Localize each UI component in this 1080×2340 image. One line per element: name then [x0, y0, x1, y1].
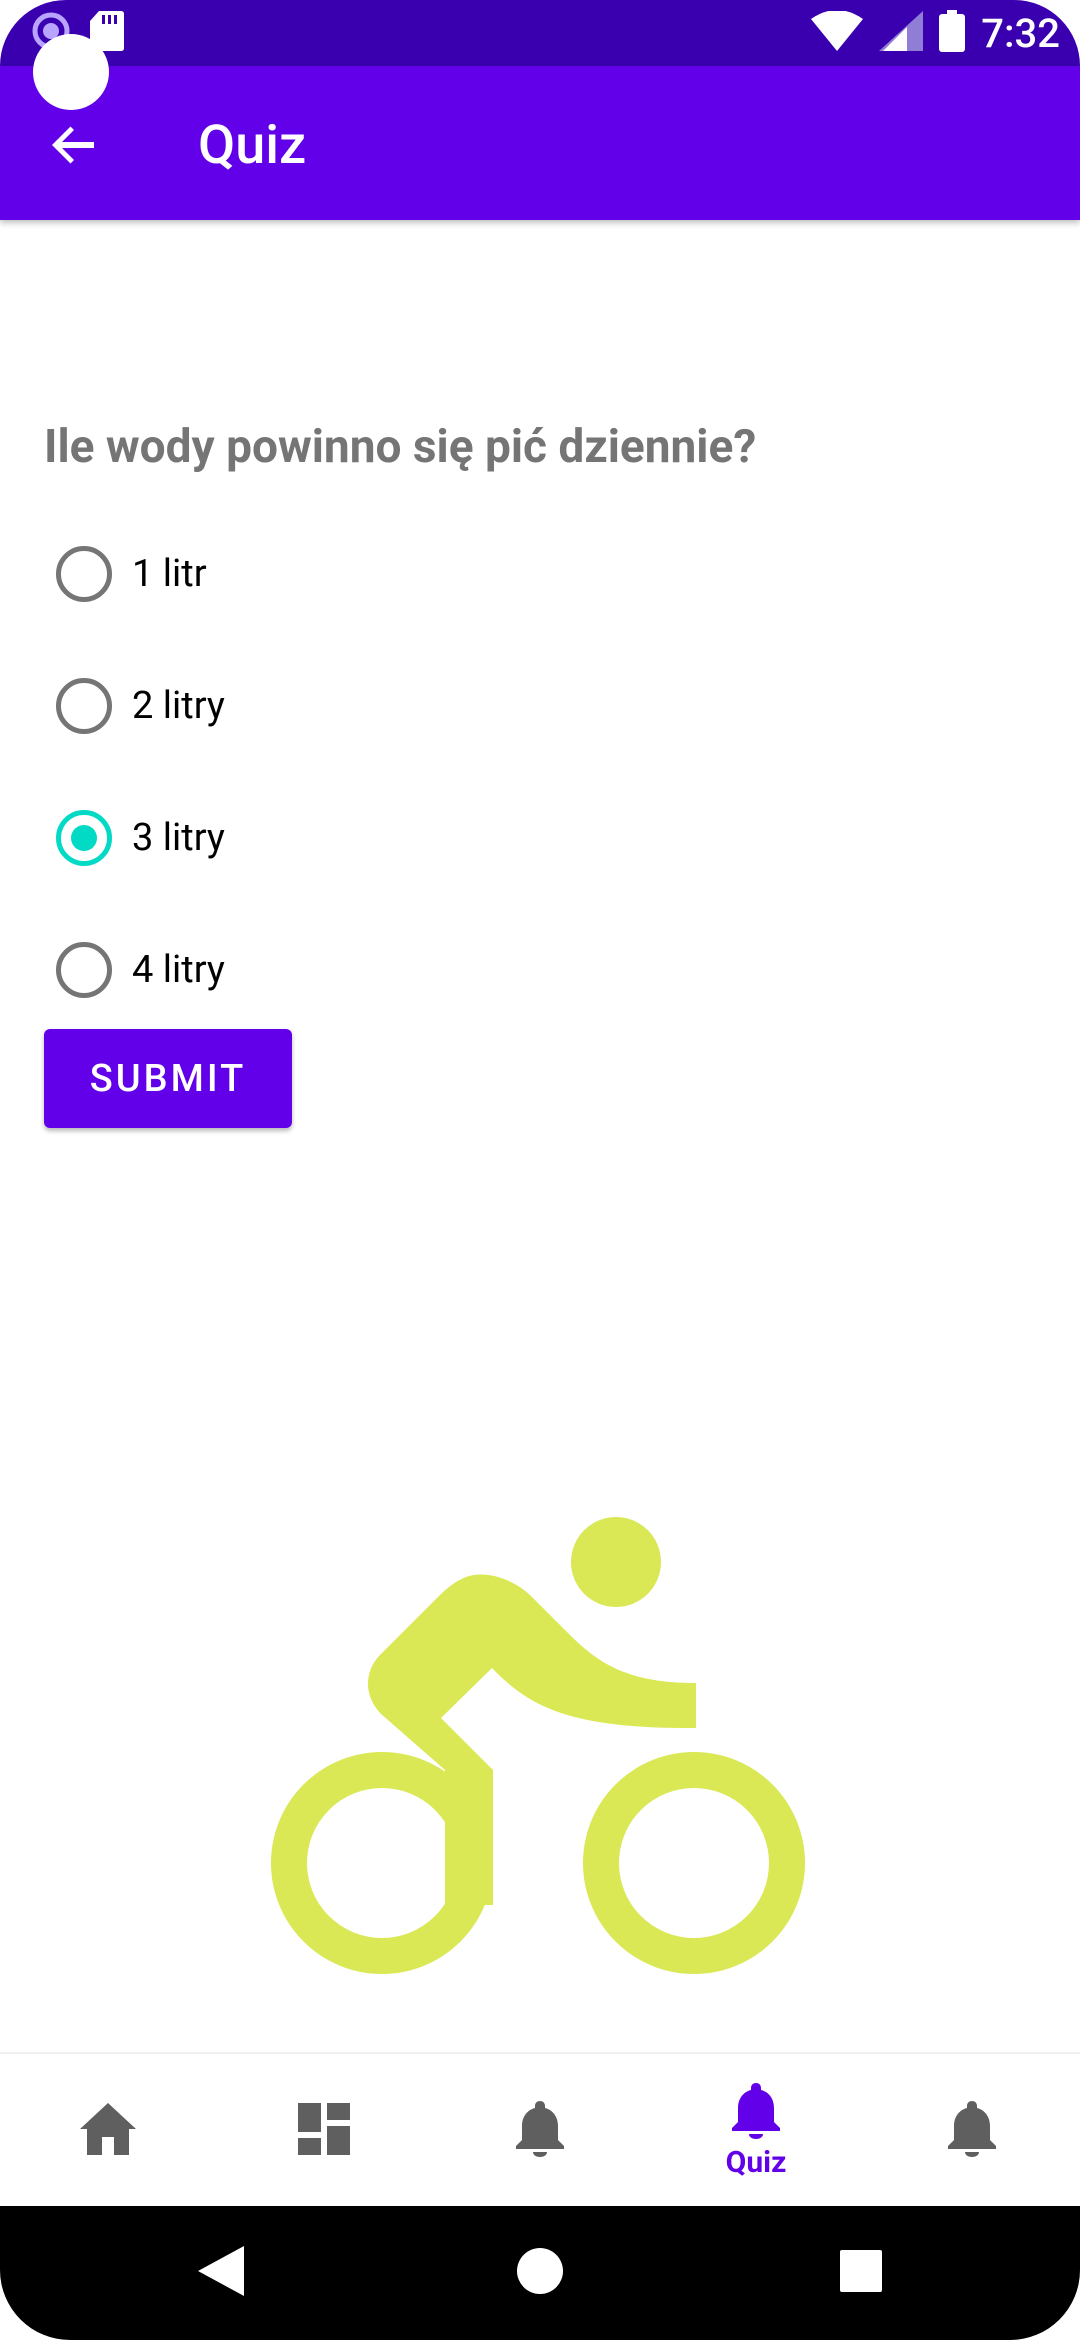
circle-home-icon	[516, 2247, 564, 2299]
dashboard-icon	[298, 2103, 350, 2159]
status-bar: 7:32	[0, 0, 1080, 66]
radio-button[interactable]	[56, 942, 112, 998]
answer-option[interactable]: 1 litr	[56, 508, 225, 640]
answer-label: 1 litr	[132, 552, 207, 596]
system-back-button[interactable]	[176, 2228, 266, 2318]
answer-option[interactable]: 3 litry	[56, 772, 225, 904]
answer-label: 2 litry	[132, 684, 225, 728]
back-button[interactable]	[38, 111, 110, 183]
nav-item-home[interactable]	[0, 2054, 216, 2208]
cellular-signal-icon	[879, 11, 924, 55]
touch-indicator	[33, 34, 109, 110]
bottom-navigation: Quiz	[0, 2052, 1080, 2208]
nav-item-notifications[interactable]	[432, 2054, 648, 2208]
system-home-button[interactable]	[495, 2228, 585, 2318]
answer-label: 3 litry	[132, 816, 225, 860]
bike-icon	[270, 1515, 806, 1975]
bell-icon	[948, 2101, 996, 2161]
answer-label: 4 litry	[132, 948, 225, 992]
battery-icon	[939, 10, 966, 56]
status-time: 7:32	[981, 9, 1060, 57]
page-title: Quiz	[198, 114, 307, 177]
app-bar: Quiz	[0, 66, 1080, 220]
radio-button[interactable]	[56, 678, 112, 734]
arrow-back-icon	[50, 121, 98, 173]
nav-label-quiz: Quiz	[725, 2144, 787, 2180]
radio-button-selected[interactable]	[56, 810, 112, 866]
bell-icon	[516, 2101, 564, 2161]
home-icon	[80, 2103, 136, 2159]
wifi-icon	[811, 10, 864, 55]
answer-option[interactable]: 2 litry	[56, 640, 225, 772]
nav-item-quiz[interactable]: Quiz	[648, 2054, 864, 2208]
nav-item-dashboard[interactable]	[216, 2054, 432, 2208]
radio-button[interactable]	[56, 546, 112, 602]
bell-icon	[732, 2082, 780, 2143]
quiz-question: Ile wody powinno się pić dziennie?	[44, 420, 757, 474]
answer-radio-group: 1 litr 2 litry 3 litry 4 litry	[56, 508, 225, 1036]
triangle-back-icon	[198, 2246, 244, 2300]
system-recents-button[interactable]	[816, 2228, 906, 2318]
system-navigation-bar	[0, 2206, 1080, 2340]
answer-option[interactable]: 4 litry	[56, 904, 225, 1036]
nav-item-alerts[interactable]	[864, 2054, 1080, 2208]
square-recents-icon	[840, 2250, 882, 2296]
submit-button[interactable]: SUBMIT	[44, 1029, 292, 1128]
